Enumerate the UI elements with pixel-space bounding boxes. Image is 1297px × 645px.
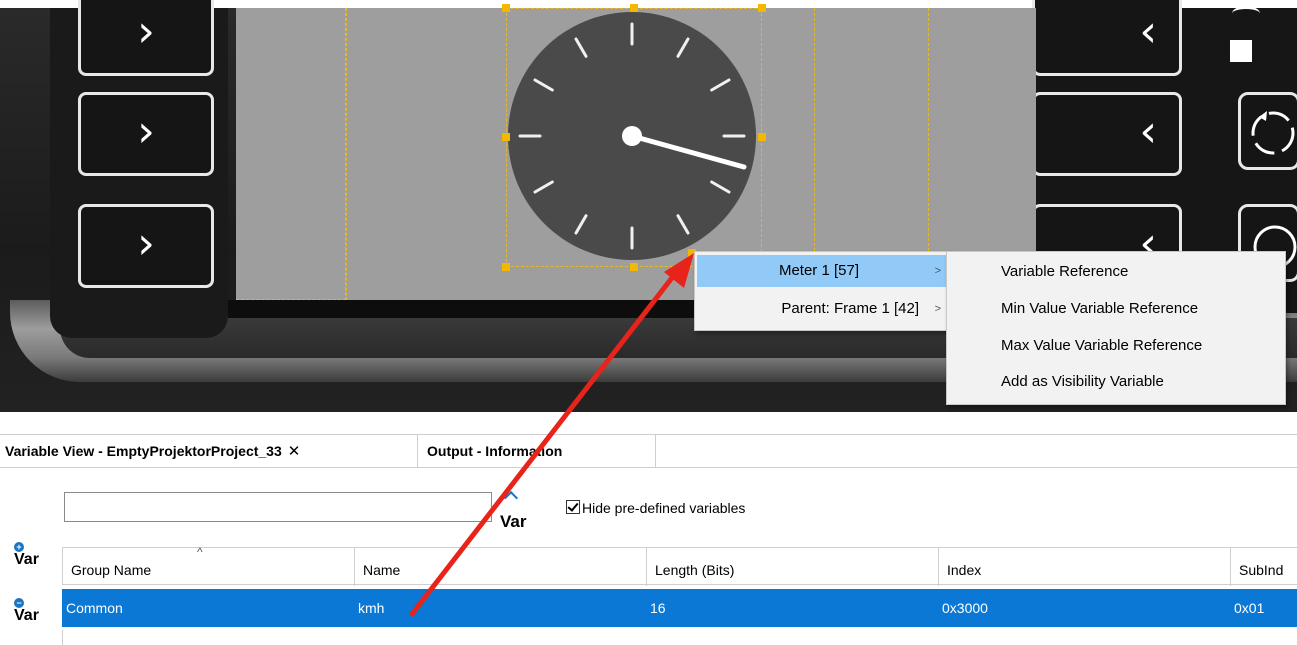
hide-predefined-checkbox[interactable] [566, 500, 580, 515]
grid-header: ^ Group Name Name Length (Bits) Index Su… [62, 545, 1297, 586]
column-header-length[interactable]: Length (Bits) [647, 548, 939, 586]
tab-label: Variable View - EmptyProjektorProject_33 [5, 443, 282, 459]
chevron-right-icon: › [137, 6, 155, 58]
chevron-left-icon: ‹ [1139, 106, 1157, 158]
resize-handle[interactable] [758, 133, 766, 141]
menu-item-variable-reference[interactable]: Variable Reference [1001, 263, 1128, 280]
close-icon[interactable]: ✕ [288, 443, 301, 460]
cell-name: kmh [358, 600, 385, 616]
hide-predefined-option[interactable]: Hide pre-defined variables [566, 498, 745, 518]
menu-item-parent-frame[interactable]: Parent: Frame 1 [42] > [697, 293, 949, 325]
resize-handle[interactable] [758, 4, 766, 12]
column-label: Name [363, 562, 401, 578]
var-add-button[interactable]: + Var [14, 542, 39, 568]
resize-handle[interactable] [502, 4, 510, 12]
resize-handle[interactable] [502, 263, 510, 271]
menu-item-min-value-reference[interactable]: Min Value Variable Reference [1001, 300, 1198, 317]
var-remove-label: Var [14, 607, 39, 624]
variable-view-pane: Variable View - EmptyProjektorProject_33… [0, 412, 1297, 645]
menu-item-label: Parent: Frame 1 [42] [781, 300, 919, 317]
softkey-left-1[interactable]: › [78, 0, 214, 76]
rotate-icon [1251, 111, 1295, 155]
var-remove-button[interactable]: − Var [14, 598, 39, 624]
menu-item-label: Meter 1 [57] [778, 262, 859, 279]
var-button-label: Var [500, 512, 527, 531]
grid-border [62, 630, 63, 645]
tab-label: Output - Information [427, 443, 563, 459]
resize-handle[interactable] [502, 133, 510, 141]
meter-selection-box [506, 8, 762, 267]
context-submenu: Variable Reference Min Value Variable Re… [946, 251, 1286, 405]
column-label: Index [947, 562, 982, 578]
softkey-left-3[interactable]: › [78, 204, 214, 288]
tab-variable-view[interactable]: Variable View - EmptyProjektorProject_33… [0, 435, 418, 467]
search-icon [503, 490, 519, 506]
chevron-right-icon: › [137, 106, 155, 158]
resize-handle[interactable] [630, 263, 638, 271]
cell-length: 16 [650, 600, 666, 616]
chevron-right-icon: › [137, 218, 155, 270]
column-header-name[interactable]: Name [355, 548, 647, 586]
chevron-right-icon: > [934, 265, 941, 277]
cell-group: Common [66, 600, 123, 616]
sort-ascending-icon: ^ [197, 545, 203, 559]
softkey-right-2[interactable]: ‹ [1032, 92, 1182, 176]
context-menu: Meter 1 [57] > Parent: Frame 1 [42] > [694, 251, 952, 331]
frame-guide [346, 8, 347, 301]
table-row[interactable]: Common kmh 16 0x3000 0x01 [62, 589, 1297, 627]
column-label: Group Name [71, 562, 152, 578]
column-header-subindex[interactable]: SubInd [1231, 548, 1297, 586]
menu-item-max-value-reference[interactable]: Max Value Variable Reference [1001, 337, 1202, 354]
column-label: Length (Bits) [655, 562, 735, 578]
cell-index: 0x3000 [942, 600, 988, 616]
resize-handle[interactable] [630, 4, 638, 12]
column-header-group-name[interactable]: ^ Group Name [63, 545, 355, 586]
chevron-right-icon: > [934, 303, 941, 315]
cell-subindex: 0x01 [1234, 600, 1265, 616]
menu-item-meter[interactable]: Meter 1 [57] > [697, 255, 949, 287]
frame-left-panel[interactable] [236, 8, 346, 300]
wifi-icon [1232, 6, 1260, 21]
column-label: SubInd [1239, 562, 1284, 578]
column-header-index[interactable]: Index [939, 548, 1231, 586]
tab-output-information[interactable]: Output - Information [418, 435, 656, 467]
softkey-left-2[interactable]: › [78, 92, 214, 176]
menu-item-add-visibility-variable[interactable]: Add as Visibility Variable [1001, 373, 1164, 390]
hide-predefined-label: Hide pre-defined variables [582, 500, 746, 516]
rotate-key[interactable] [1238, 92, 1297, 170]
chevron-left-icon: ‹ [1139, 6, 1157, 58]
var-add-label: Var [14, 551, 39, 568]
tab-strip: Variable View - EmptyProjektorProject_33… [0, 434, 1297, 468]
softkey-right-1[interactable]: ‹ [1032, 0, 1182, 76]
search-input[interactable] [64, 492, 492, 522]
left-keypad: › › › [50, 0, 228, 338]
square-icon [1230, 40, 1252, 62]
